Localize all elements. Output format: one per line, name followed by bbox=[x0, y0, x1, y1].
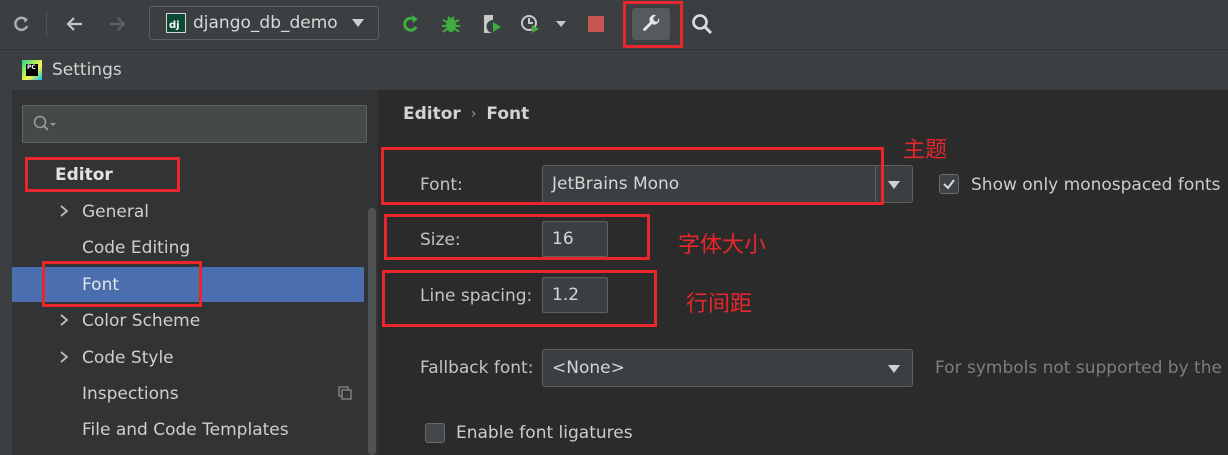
breadcrumb-editor[interactable]: Editor bbox=[403, 104, 461, 124]
settings-sidebar: Editor General Code Editing Font Color S… bbox=[12, 90, 378, 455]
django-icon: dj bbox=[166, 13, 186, 33]
toolbar-separator bbox=[46, 12, 47, 36]
more-run-options-icon[interactable] bbox=[552, 8, 570, 40]
forward-icon[interactable] bbox=[104, 8, 130, 40]
chevron-down-icon bbox=[888, 181, 900, 189]
ide-left-strip bbox=[0, 50, 12, 455]
settings-search-box[interactable] bbox=[22, 105, 367, 143]
sidebar-item-label: Code Editing bbox=[82, 237, 191, 258]
sidebar-item-label: Code Style bbox=[82, 347, 174, 368]
settings-wrench-button[interactable] bbox=[632, 8, 670, 40]
line-spacing-input[interactable]: 1.2 bbox=[542, 277, 608, 313]
monospaced-checkbox[interactable] bbox=[939, 174, 959, 194]
sidebar-item-file-and-code-templates[interactable]: File and Code Templates bbox=[12, 412, 364, 447]
chevron-right-icon bbox=[60, 205, 69, 217]
sidebar-item-editor[interactable]: Editor bbox=[12, 157, 364, 192]
pycharm-logo-icon: PC bbox=[22, 60, 42, 80]
run-configuration-label: django_db_demo bbox=[193, 13, 338, 33]
size-label: Size: bbox=[420, 230, 461, 250]
chevron-down-icon bbox=[888, 365, 900, 373]
sidebar-item-label: General bbox=[82, 201, 149, 222]
font-size-value: 16 bbox=[552, 229, 574, 249]
window-title: Settings bbox=[52, 60, 122, 80]
settings-title-bar: PC Settings bbox=[12, 50, 1228, 90]
search-icon[interactable] bbox=[688, 8, 716, 40]
font-label: Font: bbox=[420, 175, 463, 195]
breadcrumb-separator-icon: › bbox=[470, 106, 477, 122]
monospaced-label: Show only monospaced fonts bbox=[971, 175, 1221, 195]
fallback-font-hint: For symbols not supported by the r bbox=[935, 358, 1228, 378]
sidebar-item-label: Font bbox=[82, 274, 120, 295]
annotation-theme: 主题 bbox=[903, 138, 948, 163]
annotation-font-size: 字体大小 bbox=[678, 233, 767, 258]
font-family-select[interactable]: JetBrains Mono bbox=[542, 165, 913, 203]
font-size-input[interactable]: 16 bbox=[542, 221, 608, 257]
project-settings-icon bbox=[338, 386, 352, 400]
chevron-right-icon bbox=[60, 314, 69, 326]
checkmark-icon bbox=[943, 179, 955, 190]
sidebar-item-font[interactable]: Font bbox=[12, 267, 364, 302]
back-icon[interactable] bbox=[62, 8, 88, 40]
main-toolbar: dj django_db_demo bbox=[0, 0, 1228, 50]
run-with-coverage-icon[interactable] bbox=[478, 8, 506, 40]
wrench-icon bbox=[642, 14, 660, 32]
settings-search-input[interactable] bbox=[59, 112, 359, 136]
sidebar-item-inspections[interactable]: Inspections bbox=[12, 376, 364, 411]
search-icon bbox=[33, 115, 56, 131]
sidebar-scrollbar[interactable] bbox=[368, 208, 376, 455]
breadcrumb: Editor › Font bbox=[403, 104, 529, 124]
combo-divider bbox=[875, 166, 876, 202]
sidebar-item-label: Editor bbox=[55, 164, 113, 185]
stop-icon[interactable] bbox=[584, 8, 608, 40]
fallback-font-select[interactable]: <None> bbox=[542, 349, 913, 387]
sidebar-item-label: Color Scheme bbox=[82, 310, 201, 331]
breadcrumb-font: Font bbox=[486, 104, 530, 124]
sidebar-item-code-editing[interactable]: Code Editing bbox=[12, 230, 364, 265]
font-settings-panel: Editor › Font Font: JetBrains Mono Show … bbox=[378, 90, 1228, 455]
annotation-line-spacing: 行间距 bbox=[686, 292, 753, 317]
sidebar-item-code-style[interactable]: Code Style bbox=[12, 340, 364, 375]
sidebar-item-general[interactable]: General bbox=[12, 194, 364, 229]
sync-icon[interactable] bbox=[8, 8, 34, 40]
rerun-icon[interactable] bbox=[396, 8, 424, 40]
chevron-right-icon bbox=[60, 351, 69, 363]
ligatures-label: Enable font ligatures bbox=[456, 423, 633, 443]
sidebar-item-label: File and Code Templates bbox=[82, 419, 289, 440]
fallback-font-label: Fallback font: bbox=[420, 358, 534, 378]
line-spacing-label: Line spacing: bbox=[420, 286, 533, 306]
fallback-font-value: <None> bbox=[552, 358, 625, 378]
chevron-down-icon bbox=[352, 19, 364, 27]
debug-icon[interactable] bbox=[437, 8, 465, 40]
sidebar-item-label: Inspections bbox=[82, 383, 179, 404]
sidebar-item-color-scheme[interactable]: Color Scheme bbox=[12, 303, 364, 338]
line-spacing-value: 1.2 bbox=[552, 285, 580, 305]
ligatures-checkbox[interactable] bbox=[425, 423, 445, 443]
run-configuration-select[interactable]: dj django_db_demo bbox=[149, 6, 379, 40]
font-family-value: JetBrains Mono bbox=[552, 174, 680, 194]
profile-icon[interactable] bbox=[516, 8, 544, 40]
